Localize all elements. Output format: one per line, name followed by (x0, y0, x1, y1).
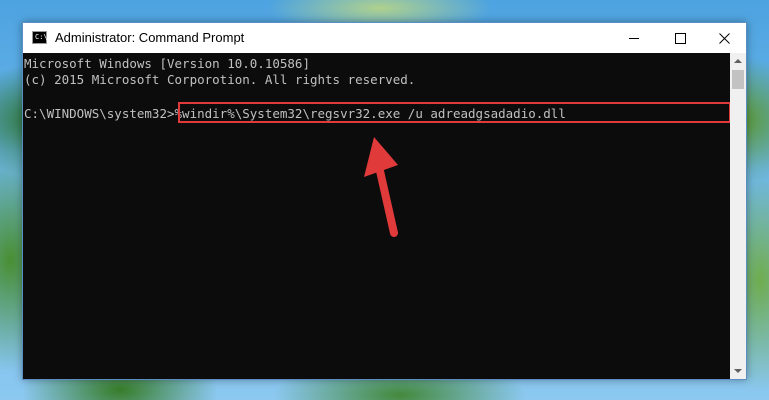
close-button[interactable] (701, 23, 747, 53)
window-title: Administrator: Command Prompt (55, 30, 245, 45)
title-bar[interactable]: C:\ Administrator: Command Prompt (23, 23, 746, 53)
command-prompt-icon[interactable]: C:\ (32, 31, 48, 44)
command-prompt-icon-glyph: C:\ (35, 33, 48, 41)
scroll-down-button[interactable] (730, 363, 746, 379)
minimize-icon (629, 38, 639, 39)
maximize-button[interactable] (657, 23, 703, 53)
chevron-down-icon (734, 369, 742, 373)
maximize-icon (675, 33, 686, 44)
pointer-arrow-icon (364, 137, 398, 237)
version-line: Microsoft Windows [Version 10.0.10586] (24, 56, 310, 71)
command-highlight-box (178, 102, 731, 123)
copyright-line: (c) 2015 Microsoft Corporotion. All righ… (24, 72, 416, 87)
console-output[interactable]: Microsoft Windows [Version 10.0.10586] (… (23, 53, 731, 379)
vertical-scrollbar[interactable] (730, 53, 746, 379)
command-prompt-window: C:\ Administrator: Command Prompt Micros… (22, 22, 747, 380)
chevron-up-icon (734, 59, 742, 63)
prompt-path: C:\WINDOWS\system32> (24, 106, 175, 121)
scroll-thumb[interactable] (732, 70, 744, 89)
close-icon (719, 33, 730, 44)
minimize-button[interactable] (611, 23, 657, 53)
desktop: { "window": { "title": "Administrator: C… (0, 0, 769, 400)
scroll-up-button[interactable] (730, 53, 746, 69)
